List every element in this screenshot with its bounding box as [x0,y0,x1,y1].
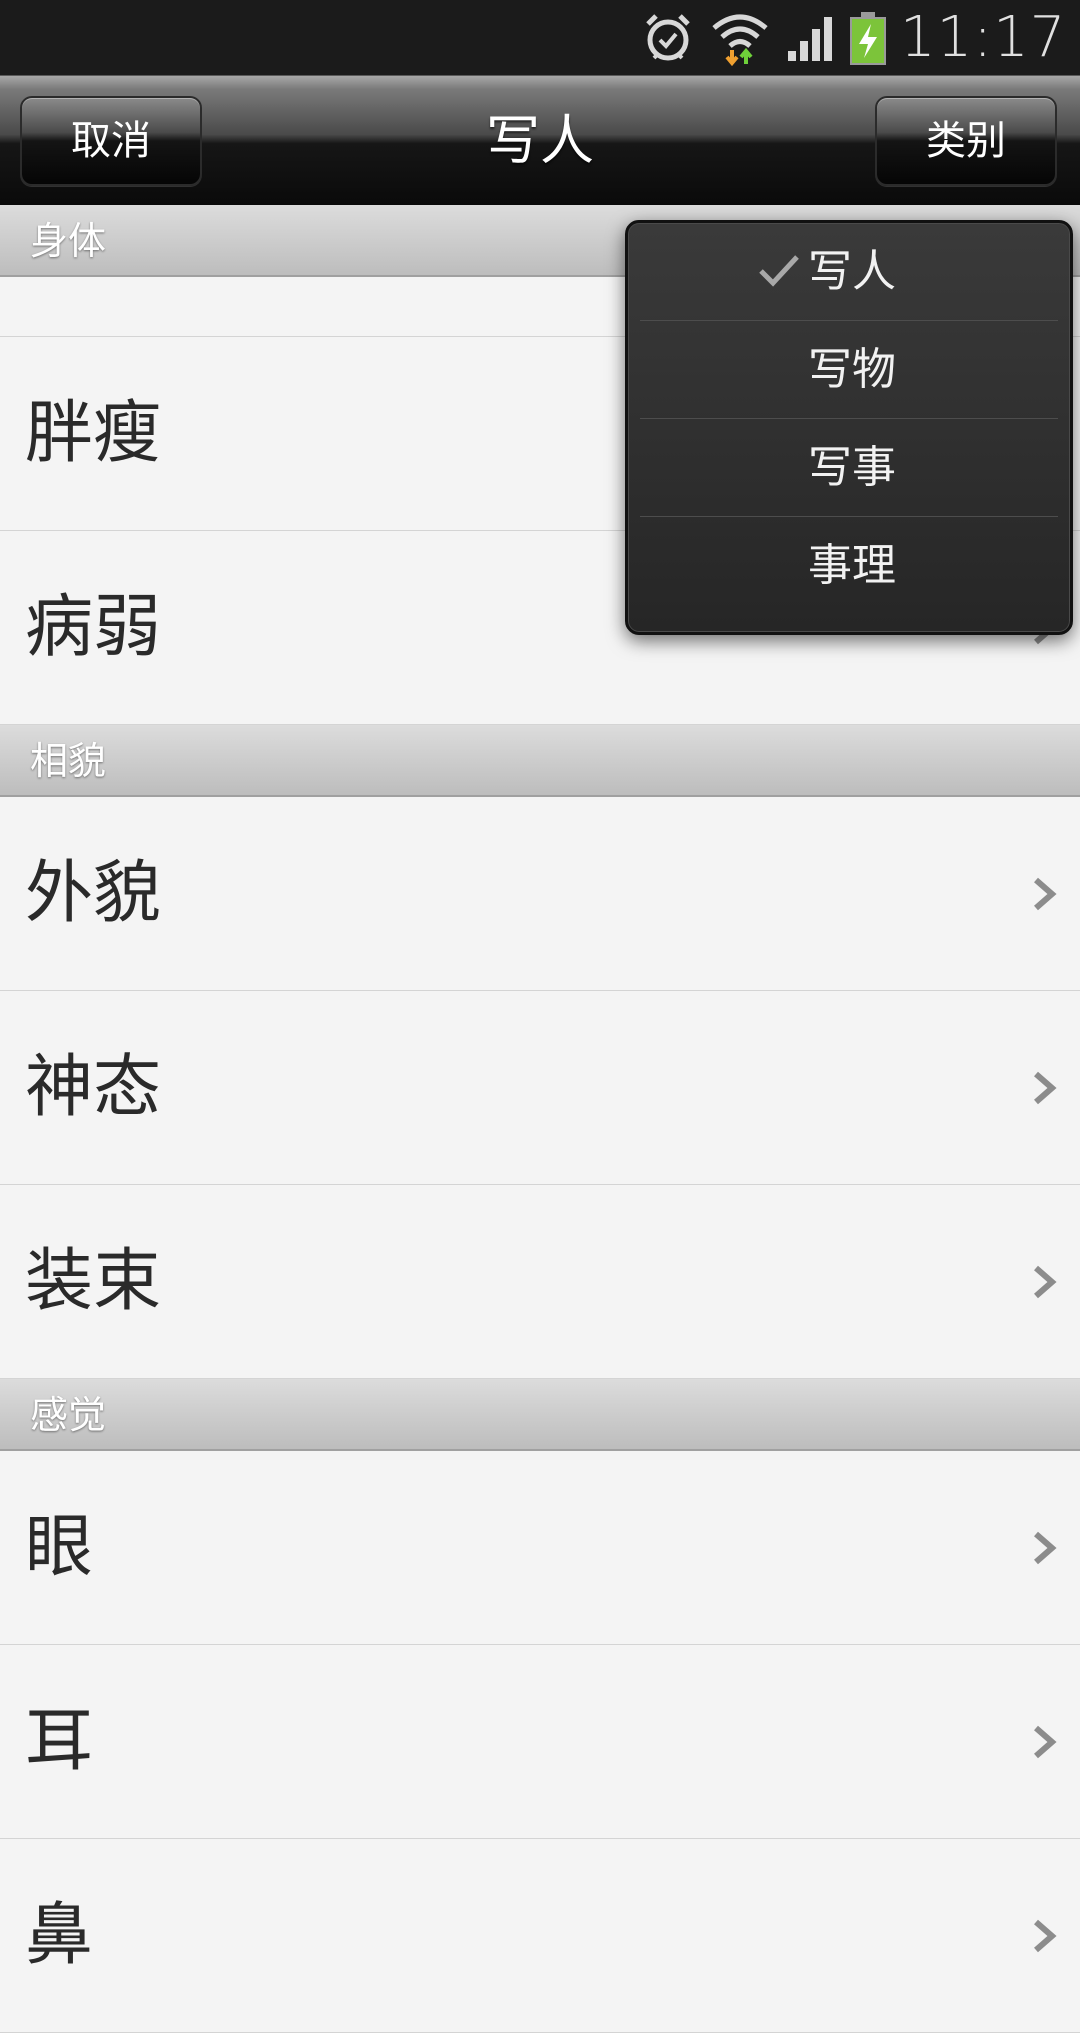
section-header-label: 感觉 [30,1393,107,1437]
list-item[interactable]: 装束 [0,1185,1080,1379]
signal-icon [786,0,838,75]
menu-item-label: 写人 [808,246,896,297]
chevron-right-icon [1034,1531,1057,1565]
list-item[interactable]: 神态 [0,991,1080,1185]
section-header: 相貌 [0,725,1080,797]
wifi-icon [710,0,770,75]
action-bar: 取消 写人 类别 [0,75,1080,206]
section-header-label: 相貌 [30,739,107,783]
menu-item-write-person[interactable]: 写人 [640,223,1058,321]
menu-item-label: 事理 [808,540,896,591]
menu-item-write-object[interactable]: 写物 [640,321,1058,419]
menu-item-label: 写物 [808,344,896,395]
menu-item-write-event[interactable]: 写事 [640,419,1058,517]
list-item-label: 外貌 [25,854,162,933]
status-clock: 11:17 [900,5,1067,70]
chevron-right-icon [1034,877,1057,911]
list-item-label: 神态 [25,1048,162,1127]
menu-item-label: 写事 [808,442,896,493]
list-item-label: 病弱 [25,588,162,667]
section-header: 感觉 [0,1379,1080,1451]
menu-item-reasoning[interactable]: 事理 [640,517,1058,614]
category-button[interactable]: 类别 [875,96,1057,186]
list-item[interactable]: 外貌 [0,797,1080,991]
chevron-right-icon [1034,1265,1057,1299]
list-item-label: 眼 [25,1508,94,1587]
battery-charging-icon [849,0,887,75]
checkmark-icon [759,255,799,287]
list-item-label: 鼻 [25,1896,94,1975]
list-item[interactable]: 耳 [0,1645,1080,1839]
list-item-label: 耳 [25,1702,94,1781]
page-title: 写人 [486,109,594,172]
chevron-right-icon [1034,1725,1057,1759]
list-item-label: 装束 [25,1242,162,1321]
list-item-label: 胖瘦 [25,394,162,473]
category-dropdown-menu: 写人 写物 写事 事理 [625,220,1073,635]
chevron-right-icon [1034,1919,1057,1953]
list-item[interactable]: 鼻 [0,1839,1080,2033]
chevron-right-icon [1034,1071,1057,1105]
section-header-label: 身体 [30,219,107,263]
status-bar: 11:17 [0,0,1080,75]
alarm-icon [642,0,694,75]
list-item[interactable]: 眼 [0,1451,1080,1645]
cancel-button[interactable]: 取消 [20,96,202,186]
